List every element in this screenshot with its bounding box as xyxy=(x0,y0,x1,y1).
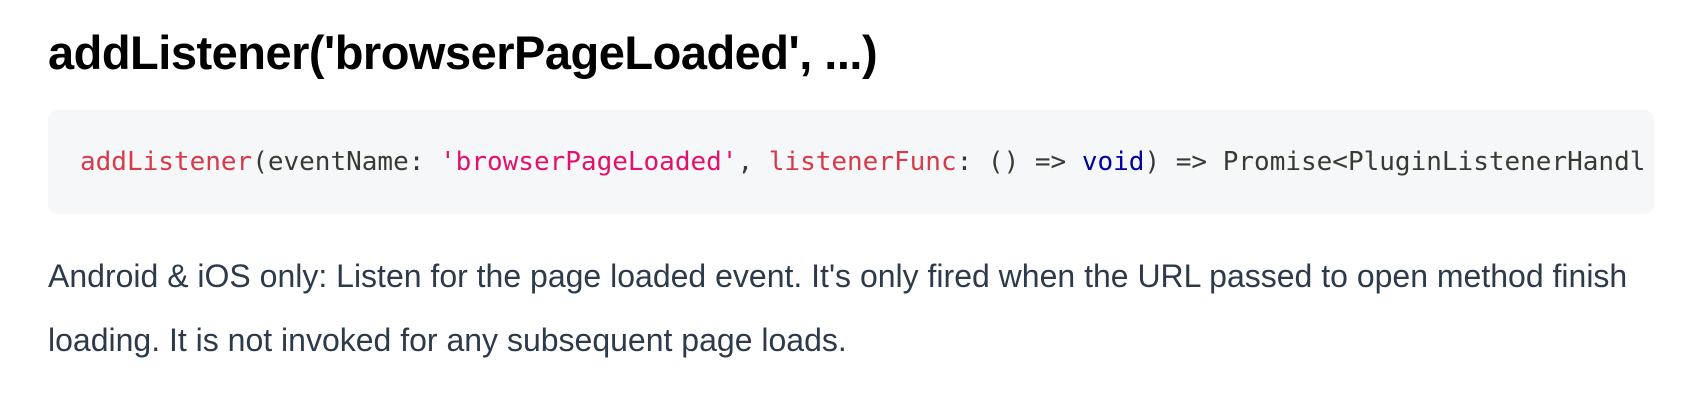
code-signature-block: addListener(eventName: 'browserPageLoade… xyxy=(48,110,1654,214)
code-param-listener-func: listenerFunc xyxy=(768,147,957,177)
code-param-event-name: eventName: xyxy=(267,147,441,177)
method-description: Android & iOS only: Listen for the page … xyxy=(48,258,1628,358)
method-doc-section: addListener('browserPageLoaded', ...) ad… xyxy=(48,0,1654,372)
code-open-paren: ( xyxy=(252,147,268,177)
code-void-keyword: void xyxy=(1081,147,1145,177)
code-function-name: addListener xyxy=(80,147,253,177)
code-signature: addListener(eventName: 'browserPageLoade… xyxy=(80,149,1645,175)
code-comma: , xyxy=(737,147,769,177)
method-heading: addListener('browserPageLoaded', ...) xyxy=(48,26,878,79)
code-listener-type: : () => xyxy=(956,147,1082,177)
code-event-string: 'browserPageLoaded' xyxy=(440,147,738,177)
code-return-type: ) => Promise<PluginListenerHandl xyxy=(1144,147,1646,177)
